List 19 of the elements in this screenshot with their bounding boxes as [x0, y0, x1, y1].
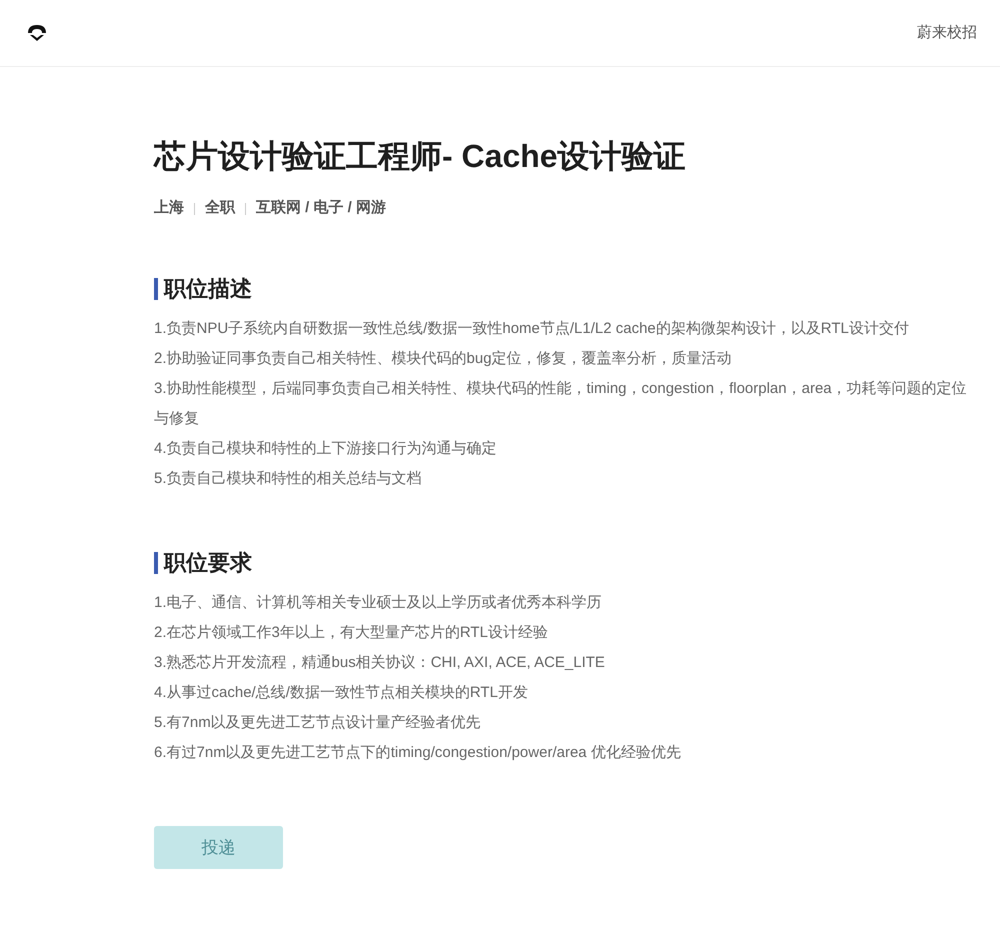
requirement-text: 5.有7nm以及更先进工艺节点设计量产经验者优先	[154, 712, 482, 733]
job-title: 芯片设计验证工程师- Cache设计验证	[154, 137, 687, 176]
requirement-text: 4.负责自己模块和特性的上下游接口行为沟通与确定	[154, 438, 498, 459]
requirement-text: 2.协助验证同事负责自己相关特性、模块代码的bug定位，修复，覆盖率分析，质量活动	[154, 348, 733, 369]
section-heading: 职位描述	[154, 278, 975, 300]
campus-recruiting-link[interactable]: 蔚来校招	[917, 22, 977, 44]
job-tag: 全职	[205, 197, 235, 220]
requirement-text: 2.在芯片领域工作3年以上，有大型量产芯片的RTL设计经验	[154, 622, 549, 643]
logo-icon[interactable]	[26, 23, 48, 43]
job-tag: 互联网 / 电子 / 网游	[256, 197, 386, 220]
requirement-text: 5.负责自己模块和特性的相关总结与文档	[154, 468, 423, 489]
section-heading: 职位要求	[154, 552, 975, 574]
requirement-text: 6.有过7nm以及更先进工艺节点下的timing/congestion/power/area 优化经验优先	[154, 742, 682, 763]
requirement-text: 1.电子、通信、计算机等相关专业硕士及以上学历或者优秀本科学历	[154, 592, 603, 613]
requirement-text: 1.负责NPU子系统内自研数据一致性总线/数据一致性home节点/L1/L2 cache的架构微架构设计，以及RTL设计交付	[154, 318, 910, 339]
requirement-text: 4.从事过cache/总线/数据一致性节点相关模块的RTL开发	[154, 682, 529, 703]
requirement-text: 3.熟悉芯片开发流程，精通bus相关协议：CHI, AXI, ACE, ACE_LITE	[154, 652, 606, 673]
job-tag: 上海	[154, 197, 184, 220]
requirement-text: 3.协助性能模型，后端同事负责自己相关特性、模块代码的性能，timing，congestion，floorplan，area，功耗等问题的定位与修复	[154, 378, 968, 429]
